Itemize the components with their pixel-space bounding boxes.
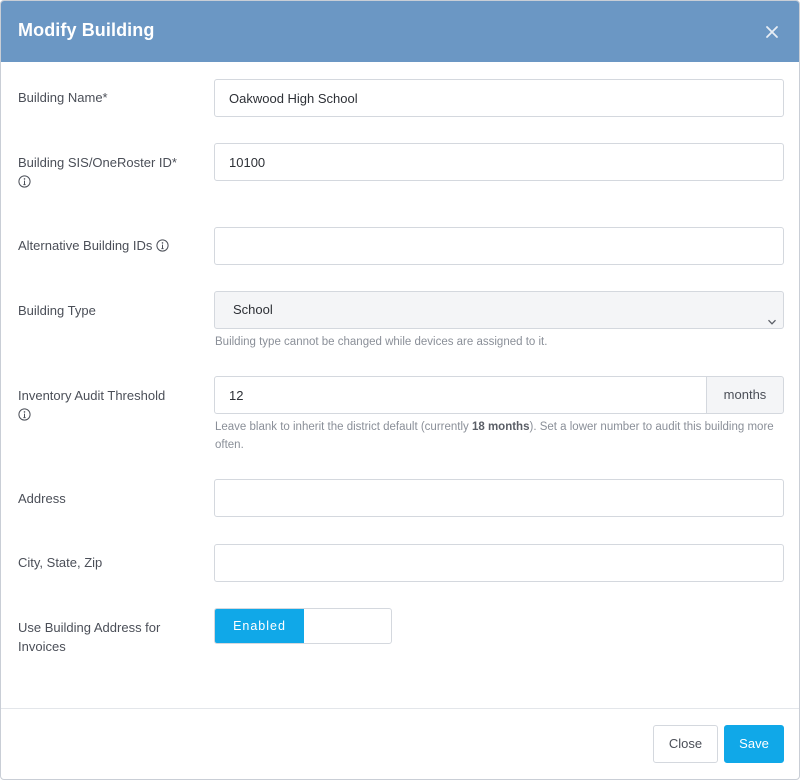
building-type-selected: School [233, 302, 273, 317]
info-icon[interactable] [18, 175, 31, 188]
address-field[interactable] [214, 479, 784, 517]
building-name-input[interactable] [229, 80, 769, 116]
building-type-help: Building type cannot be changed while de… [215, 336, 548, 348]
sis-id-field[interactable] [214, 143, 784, 181]
save-button[interactable]: Save [724, 725, 784, 763]
audit-threshold-group: months [214, 376, 784, 414]
info-icon[interactable] [156, 239, 169, 252]
city-state-zip-label: City, State, Zip [18, 555, 103, 570]
sis-id-input[interactable] [229, 144, 769, 180]
footer-divider [1, 708, 799, 709]
alt-ids-field[interactable] [214, 227, 784, 265]
close-icon[interactable] [765, 25, 779, 39]
invoice-address-toggle[interactable]: Enabled [214, 608, 392, 644]
modal-header: Modify Building [1, 1, 799, 62]
audit-threshold-help: Leave blank to inherit the district defa… [215, 421, 774, 451]
toggle-enabled-option[interactable]: Enabled [215, 609, 304, 643]
chevron-down-icon [767, 305, 777, 325]
modal-title: Modify Building [18, 20, 155, 40]
building-name-field[interactable] [214, 79, 784, 117]
city-state-zip-input[interactable] [229, 545, 769, 581]
address-input[interactable] [229, 480, 769, 516]
city-state-zip-field[interactable] [214, 544, 784, 582]
info-icon[interactable] [18, 408, 31, 421]
alt-ids-label: Alternative Building IDs [18, 236, 169, 255]
address-label: Address [18, 491, 66, 506]
building-type-select[interactable]: School [214, 291, 784, 329]
close-button[interactable]: Close [653, 725, 718, 763]
audit-threshold-input[interactable] [229, 377, 692, 413]
building-type-label: Building Type [18, 303, 96, 318]
sis-id-label: Building SIS/OneRoster ID* [18, 153, 177, 191]
audit-threshold-label: Inventory Audit Threshold [18, 386, 165, 424]
building-name-label: Building Name* [18, 90, 108, 105]
audit-threshold-field[interactable] [214, 376, 707, 414]
months-addon: months [706, 376, 784, 414]
invoice-address-label: Use Building Address for Invoices [18, 620, 161, 654]
modify-building-modal: Modify Building Building Name* Building … [0, 0, 800, 780]
alt-ids-input[interactable] [229, 228, 769, 264]
